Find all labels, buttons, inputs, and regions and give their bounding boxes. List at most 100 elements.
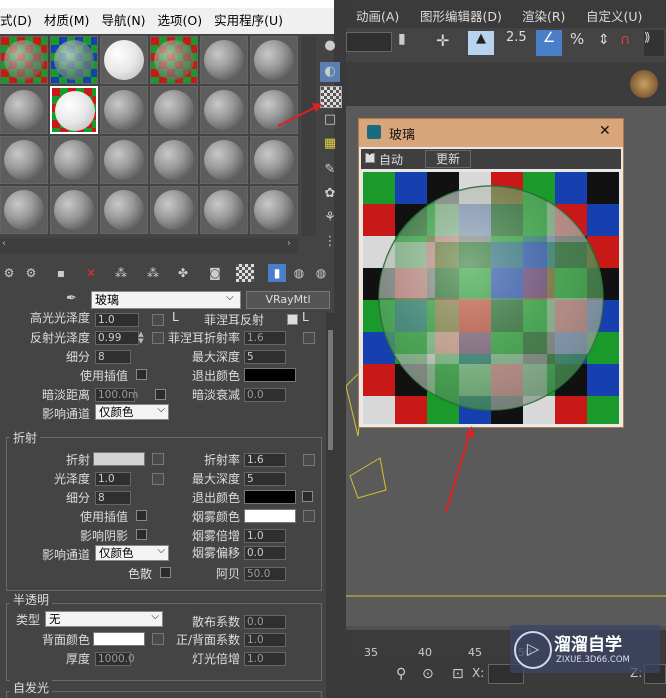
affect-shadows-checkbox[interactable] [136,529,147,540]
sample-slot[interactable] [200,136,248,184]
spinner-snap-icon[interactable]: ⇕ [598,32,610,48]
percent-snap-icon[interactable]: % [570,30,584,48]
slots-vertical-scrollbar[interactable] [302,36,316,236]
select-manipulate-icon[interactable]: ▲ [468,31,494,55]
close-icon[interactable]: ✕ [599,123,611,139]
named-selection-icon[interactable]: ∩ [620,32,630,48]
map-button[interactable] [152,453,164,465]
get-material-icon[interactable]: ⚙ [0,264,18,282]
fresnel-checkbox[interactable] [287,314,298,325]
refract-color-swatch[interactable] [93,452,145,466]
backlight-icon[interactable]: ◐ [320,62,340,82]
sample-slot[interactable] [100,36,148,84]
sample-slot[interactable] [100,136,148,184]
refr-exit-color-checkbox[interactable] [302,491,313,502]
dim-distance-input[interactable]: 100.0m [95,388,138,402]
sample-slot[interactable] [250,36,298,84]
map-button[interactable] [152,332,164,344]
fresnel-ior-input[interactable]: 1.6 [244,331,286,345]
put-to-scene-icon[interactable]: ⚙ [22,264,40,282]
spinner-arrows[interactable]: ▲ ▼ [137,331,145,345]
back-color-swatch[interactable] [93,632,145,646]
checker-background-icon[interactable] [320,86,342,108]
ior-input[interactable]: 1.6 [244,453,286,467]
thickness-input[interactable]: 1000.0 [95,652,135,666]
fog-mult-input[interactable]: 1.0 [244,529,286,543]
refr-affect-channels-dropdown[interactable]: 仅颜色 [95,544,169,561]
fog-color-swatch[interactable] [244,509,296,523]
menu-item-animation[interactable]: 动画(A) [356,6,399,25]
menu-item-rendering[interactable]: 渲染(R) [522,6,565,25]
selection-lock-icon[interactable]: ⊙ [422,666,434,682]
sample-slot[interactable] [150,186,198,234]
map-button[interactable] [152,314,164,326]
select-object-icon[interactable]: ▮ [398,31,418,53]
dispersion-checkbox[interactable] [160,567,171,578]
L-toggle[interactable]: L [172,310,179,324]
go-to-parent-icon[interactable]: ▮ [268,264,286,282]
sample-uv-icon[interactable]: □ [320,110,340,130]
sample-slot[interactable] [200,86,248,134]
selection-filter-dropdown[interactable] [346,32,392,52]
L-toggle[interactable]: L [302,310,309,324]
material-id-channel-icon[interactable]: ✤ [174,264,192,282]
refl-max-depth-input[interactable]: 5 [244,350,286,364]
reset-map-icon[interactable]: ✕ [82,264,100,282]
sample-slot[interactable] [150,36,198,84]
sample-slot[interactable] [250,186,298,234]
map-button[interactable] [152,473,164,485]
mirror-icon[interactable]: ⟫ [644,30,664,56]
refr-gloss-input[interactable]: 1.0 [95,472,131,486]
lock-icon[interactable]: ⚲ [396,666,406,682]
material-name-dropdown[interactable]: 玻璃 [91,291,241,309]
sphere-thumb-icon[interactable] [630,70,658,98]
material-map-navigator-icon[interactable]: ⋮ [320,232,340,252]
sample-slot[interactable] [0,36,48,84]
parameters-scroll-thumb[interactable] [328,330,333,450]
menu-item-material[interactable]: 材质(M) [44,8,90,34]
snap-angle-icon[interactable]: ∠ [536,30,562,56]
sample-slot[interactable] [250,86,298,134]
refr-exit-color-swatch[interactable] [244,490,296,504]
sample-slot[interactable] [150,86,198,134]
make-unique-icon[interactable]: ⁂ [112,264,130,282]
sample-slot[interactable] [250,136,298,184]
select-by-material-icon[interactable]: ⚘ [320,208,340,228]
menu-item-customize[interactable]: 自定义(U) [586,6,642,25]
refr-max-depth-input[interactable]: 5 [244,472,286,486]
sample-slot[interactable] [0,86,48,134]
menu-item-mode[interactable]: 式(D) [0,8,32,34]
map-button[interactable] [303,454,315,466]
refl-interp-checkbox[interactable] [136,369,147,380]
fog-bias-input[interactable]: 0.0 [244,546,286,560]
assign-material-icon[interactable]: ▪ [52,264,70,282]
slots-horizontal-scrollbar[interactable]: ‹ › [0,238,298,254]
dim-distance-checkbox[interactable] [155,389,166,400]
sample-slot[interactable] [0,136,48,184]
move-icon[interactable]: ✛ [436,31,458,53]
sample-slot[interactable] [50,186,98,234]
highlight-gloss-input[interactable]: 1.0 [95,313,139,327]
refr-subdivs-input[interactable]: 8 [95,491,131,505]
sample-slot[interactable] [50,36,98,84]
menu-item-graph-editors[interactable]: 图形编辑器(D) [420,6,502,25]
show-end-result-icon[interactable] [236,264,254,282]
sample-slot[interactable] [100,86,148,134]
menu-item-navigation[interactable]: 导航(N) [101,8,145,34]
refl-subdivs-input[interactable]: 8 [95,350,131,364]
dim-falloff-input[interactable]: 0.0 [244,388,286,402]
map-button[interactable] [303,332,315,344]
eyedropper-icon[interactable]: ✒ [66,291,84,309]
sample-slot[interactable] [200,36,248,84]
refr-interp-checkbox[interactable] [136,510,147,521]
video-color-check-icon[interactable]: ▦ [320,134,340,154]
light-mult-input[interactable]: 1.0 [244,652,286,666]
sample-slot[interactable] [150,136,198,184]
menu-item-utilities[interactable]: 实用程序(U) [214,8,283,34]
sample-slot[interactable] [50,136,98,184]
sample-slot-selected[interactable] [50,86,98,134]
map-button[interactable] [152,633,164,645]
trans-type-dropdown[interactable]: 无 [45,610,163,627]
put-to-library-icon[interactable]: ⁂ [144,264,162,282]
pick-material-icon[interactable]: ◍ [312,264,330,282]
